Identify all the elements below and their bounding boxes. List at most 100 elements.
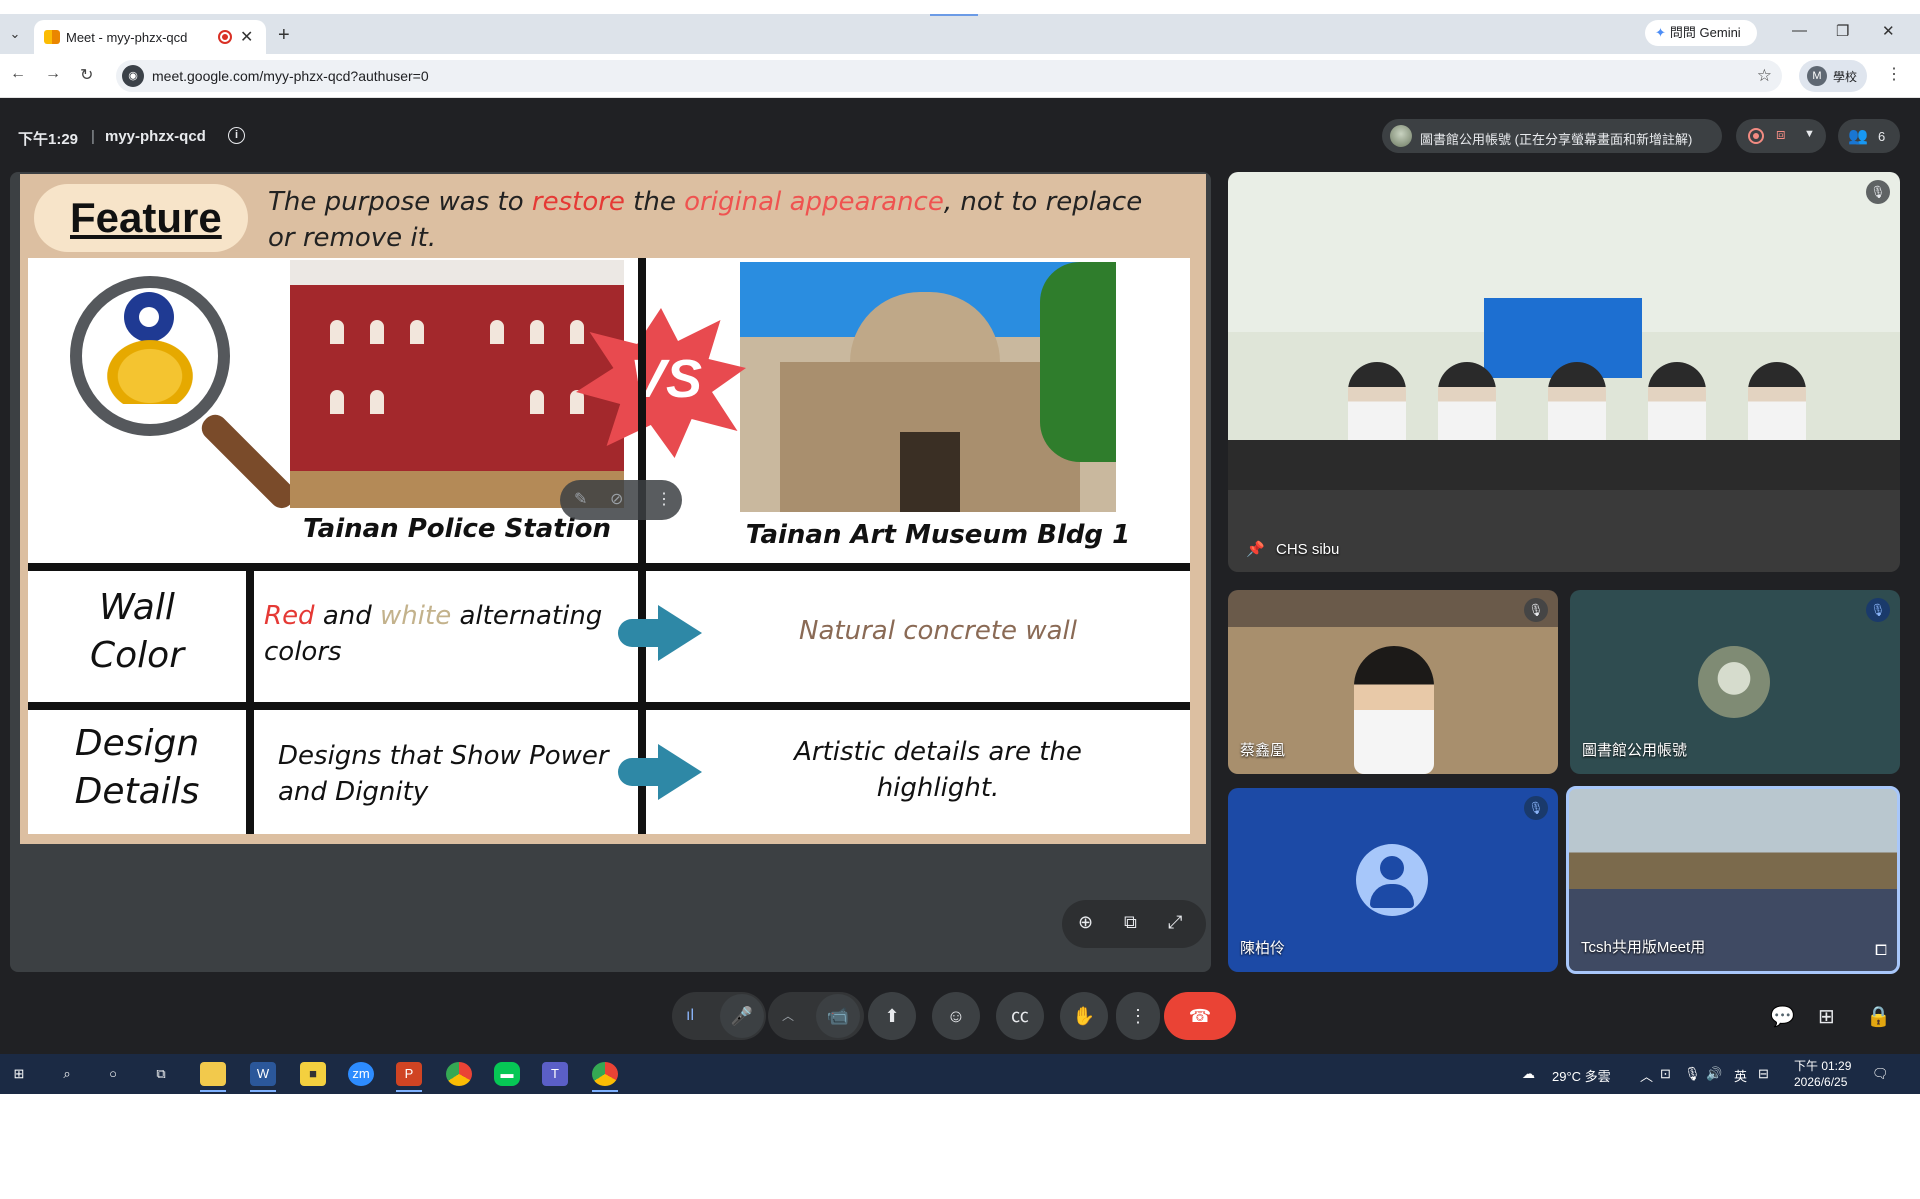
student [1648,362,1706,452]
camera-off-icon: ⧈ [1776,126,1786,143]
window [530,390,544,414]
row-title-design-details: Design Details [28,720,246,816]
student [1548,362,1606,452]
tab-close-icon[interactable]: ✕ [240,27,253,47]
museum-door [900,432,960,512]
forward-arrow-icon[interactable]: → [45,65,61,83]
presenting-chip[interactable]: 圖書館公用帳號 (正在分享螢幕畫面和新增註解) [1382,119,1722,153]
browser-tab-meet[interactable]: Meet - myy-phzx-qcd ✕ [34,20,266,54]
participant-tile[interactable]: 🎙 📌 CHS sibu [1228,172,1900,572]
ime-mode-icon[interactable]: ⊟ [1758,1066,1769,1082]
microphone-button[interactable]: 🎤 [720,994,764,1038]
meeting-time: 下午1:29 [18,131,79,148]
chevron-up-icon[interactable]: ︿ [782,992,794,1040]
captions-icon: ㏄ [1011,1006,1029,1026]
profile-button[interactable]: M 學校 [1799,60,1867,92]
participants-chip[interactable]: 👥 6 [1838,119,1900,153]
close-window-icon[interactable]: ✕ [1882,22,1895,40]
browser-menu-icon[interactable]: ⋮ [1886,64,1902,84]
site-info-icon[interactable]: ◉ [122,65,144,87]
chrome-active-icon[interactable] [592,1062,618,1092]
cortana-circle-icon[interactable]: ○ [100,1062,126,1086]
new-tab-button[interactable]: + [278,24,290,47]
purpose-original: original appearance [684,187,944,217]
ime-indicator[interactable]: 英 [1734,1066,1747,1085]
purpose-part: the [624,187,685,217]
crop-icon[interactable]: ⧠ [1875,942,1887,959]
leave-call-button[interactable]: ☎ [1164,992,1236,1040]
notifications-icon[interactable]: 🗨 [1872,1066,1889,1082]
sticky-app-icon[interactable]: ■ [300,1062,326,1086]
activities-grid-icon[interactable]: ⊞ [1818,1004,1835,1029]
empty-area [0,1094,1920,1199]
gemini-sparkle-icon: ✦ [1655,25,1666,40]
recording-chip[interactable]: ⧈ ▼ [1736,119,1826,153]
task-view-icon[interactable]: ⧉ [148,1062,174,1086]
bookmark-star-icon[interactable]: ☆ [1757,66,1772,86]
line-icon[interactable]: ▬ [494,1062,520,1086]
browser-toolbar: ← → ↻ ◉ meet.google.com/myy-phzx-qcd?aut… [0,54,1920,98]
back-arrow-icon[interactable]: ← [10,65,26,83]
reload-icon[interactable]: ↻ [80,65,93,85]
windows-start-icon[interactable]: ⊞ [6,1062,32,1086]
powerpoint-icon[interactable]: P [396,1062,422,1092]
captions-button[interactable]: ㏄ [996,992,1044,1040]
more-options-button[interactable]: ⋮ [1116,992,1160,1040]
url-text[interactable]: meet.google.com/myy-phzx-qcd?authuser=0 [152,68,429,84]
word-icon[interactable]: W [250,1062,276,1092]
gemini-button[interactable]: ✦ 問問 Gemini [1645,20,1757,46]
tab-search-chevron-icon[interactable]: ⌄ [2,21,28,47]
recording-icon [1748,128,1764,144]
text-red: Red [264,601,315,631]
weather-text[interactable]: 29°C 多雲 [1552,1066,1611,1085]
restore-window-icon[interactable]: ❐ [1836,22,1849,40]
address-bar[interactable]: ◉ meet.google.com/myy-phzx-qcd?authuser=… [116,60,1782,92]
chevron-down-icon: ▼ [1804,128,1815,140]
participant-tile[interactable]: 🎙 蔡鑫凰 [1228,590,1558,774]
loading-indicator [930,14,978,16]
recording-indicator-icon [218,30,232,44]
text-white: white [380,601,452,631]
windows-taskbar: ⊞ ⌕ ○ ⧉ W ■ zm P ▬ T ☁ 29°C 多雲 ︿ ⊡ 🎙 🔊 英… [0,1054,1920,1094]
feature-title: Feature [70,194,222,241]
student [1748,362,1806,452]
feature-pill: Feature [34,184,248,252]
participant-tile[interactable]: Tcsh共用版Meet用 ⧠ [1566,786,1900,974]
chat-icon[interactable]: 💬 [1770,1004,1795,1029]
meeting-info-icon[interactable]: i [228,127,245,144]
host-controls-lock-icon[interactable]: 🔒 [1866,1004,1891,1029]
present-screen-button[interactable]: ⬆ [868,992,916,1040]
zoom-icon[interactable]: zm [348,1062,374,1086]
minimize-icon[interactable]: — [1792,22,1807,39]
meet-header: 下午1:29 | myy-phzx-qcd i 圖書館公用帳號 (正在分享螢幕畫… [0,98,1920,178]
system-clock[interactable]: 下午 01:29 2026/6/25 [1794,1058,1851,1090]
hang-up-icon: ☎ [1188,1006,1212,1026]
unpin-icon[interactable]: ✎ [574,489,587,509]
window [530,320,544,344]
camera-button[interactable]: 📹 [816,994,860,1038]
participant-tile[interactable]: 🎙 陳柏伶 [1228,788,1558,972]
zoom-in-icon[interactable]: ⊕ [1078,912,1093,933]
participant-name: CHS sibu [1276,541,1340,558]
tray-mic-icon[interactable]: 🎙 [1684,1066,1701,1082]
window [370,320,384,344]
search-icon[interactable]: ⌕ [54,1062,80,1086]
volume-icon[interactable]: 🔊 [1706,1066,1722,1082]
file-explorer-icon[interactable] [200,1062,226,1092]
teams-icon[interactable]: T [542,1062,568,1086]
more-options-icon[interactable]: ⋮ [656,489,672,509]
raise-hand-button[interactable]: ✋ [1060,992,1108,1040]
divider [246,563,254,834]
tray-chevron-up-icon[interactable]: ︿ [1640,1066,1653,1085]
fullscreen-icon[interactable]: ⤢ [1168,912,1182,933]
participant-tile[interactable]: 🎙 圖書館公用帳號 [1570,590,1900,774]
chrome-icon[interactable] [446,1062,472,1086]
audio-controls: ıl 🎤 [672,992,766,1040]
weather-cloud-icon[interactable]: ☁ [1522,1066,1535,1082]
pop-out-icon[interactable]: ⧉ [1124,912,1137,933]
hide-tile-icon[interactable]: ⊘ [610,489,623,509]
tray-app-icon[interactable]: ⊡ [1660,1066,1671,1082]
emoji-icon: ☺ [946,1006,966,1026]
window [570,320,584,344]
reactions-button[interactable]: ☺ [932,992,980,1040]
